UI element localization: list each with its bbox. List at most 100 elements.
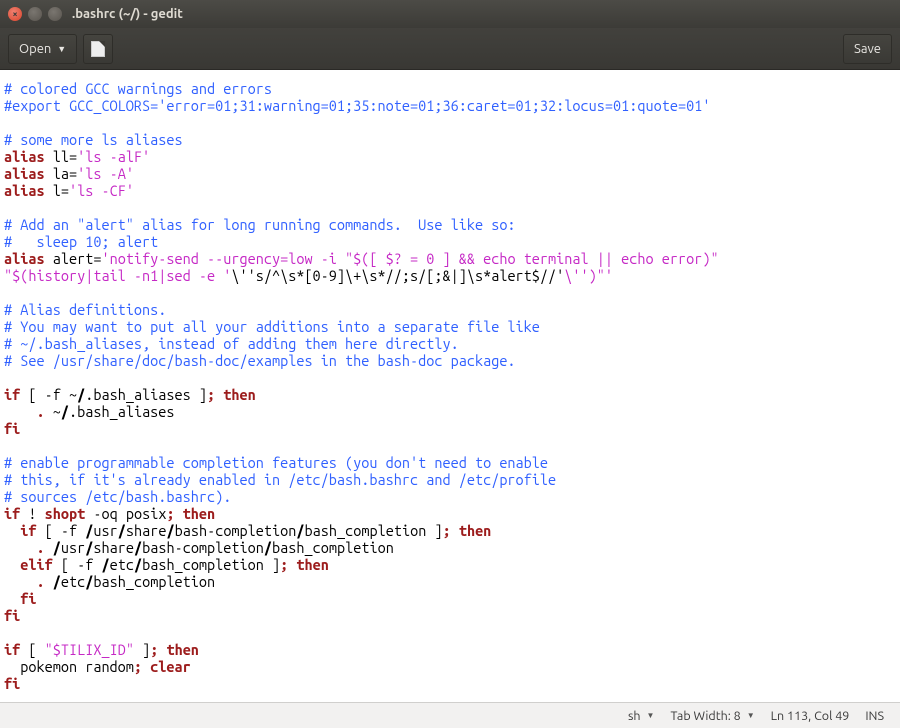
code-line: # See /usr/share/doc/bash-doc/examples i… [4,352,516,369]
code-token: / [53,539,61,556]
code-token: bash_completion [272,539,394,556]
code-token: etc [110,556,134,573]
cursor-position: Ln 113, Col 49 [765,709,856,723]
code-token: etc [61,573,85,590]
code-token: if [4,505,20,522]
code-token: / [134,556,142,573]
code-token: "$TILIX_ID" [45,641,134,658]
code-token: ~ [45,403,61,420]
code-token: 'ls -alF' [77,148,150,165]
new-document-icon [91,41,105,57]
code-token: fi [20,590,36,607]
code-line: # colored GCC warnings and errors [4,80,272,97]
window-controls: × [8,7,62,21]
code-token: 'ls -A' [77,165,134,182]
code-token: then [288,556,329,573]
tabwidth-selector[interactable]: Tab Width: 8 ▼ [664,709,760,723]
code-token: share [93,539,134,556]
code-token: elif [20,556,52,573]
code-token: if [20,522,36,539]
position-label: Ln 113, Col 49 [771,709,850,723]
code-token [4,403,36,420]
code-token: pokemon random [4,658,134,675]
code-token: "$(history|tail -n1|sed -e ' [4,267,231,284]
save-label: Save [854,42,881,56]
close-icon[interactable]: × [8,7,22,21]
code-token: alias [4,250,45,267]
code-token: alias [4,165,45,182]
code-token: bash_completion [93,573,215,590]
open-button[interactable]: Open ▼ [8,34,77,64]
code-token: bash-completion [175,522,297,539]
code-token: ; [166,505,174,522]
code-token: alert= [45,250,102,267]
code-token: bash_completion ] [305,522,443,539]
code-token: la= [45,165,77,182]
minimize-icon[interactable] [28,7,42,21]
language-label: sh [628,709,641,723]
toolbar: Open ▼ Save [0,28,900,70]
code-token [45,539,53,556]
code-token: ! [20,505,44,522]
editor-area[interactable]: # colored GCC warnings and errors #expor… [0,70,900,702]
code-token: [ [20,641,44,658]
code-token: if [4,641,20,658]
chevron-down-icon: ▼ [57,44,66,54]
code-token [4,590,20,607]
code-token: ; [443,522,451,539]
maximize-icon[interactable] [48,7,62,21]
window-title: .bashrc (~/) - gedit [72,7,183,21]
code-token: ] [134,641,150,658]
chevron-down-icon: ▼ [747,711,755,720]
code-line: # enable programmable completion feature… [4,454,548,471]
code-line: # ~/.bash_aliases, instead of adding the… [4,335,459,352]
code-line: # some more ls aliases [4,131,183,148]
code-line: # this, if it's already enabled in /etc/… [4,471,556,488]
code-token: / [134,539,142,556]
new-document-button[interactable] [83,34,113,64]
code-token: then [175,505,216,522]
code-token: 'ls -CF' [69,182,134,199]
save-button[interactable]: Save [843,34,892,64]
code-token: / [166,522,174,539]
code-token: . [36,539,44,556]
mode-label: INS [865,709,884,723]
code-token: / [53,573,61,590]
code-line: #export GCC_COLORS='error=01;31:warning=… [4,97,710,114]
code-token: usr [93,522,117,539]
code-line: # sleep 10; alert [4,233,158,250]
code-token: alias [4,182,45,199]
code-token: bash-completion [142,539,264,556]
code-token: bash_completion ] [142,556,280,573]
chevron-down-icon: ▼ [647,711,655,720]
code-token: alias [4,148,45,165]
code-line: # You may want to put all your additions… [4,318,540,335]
titlebar: × .bashrc (~/) - gedit [0,0,900,28]
open-label: Open [19,42,51,56]
code-token: / [296,522,304,539]
code-token: / [101,556,109,573]
insert-mode[interactable]: INS [859,709,890,723]
code-token: . [36,573,44,590]
code-token: / [264,539,272,556]
code-token: then [215,386,256,403]
code-token: shopt [45,505,86,522]
code-token: \'')"' [564,267,613,284]
language-selector[interactable]: sh ▼ [622,709,661,723]
code-token: fi [4,675,20,692]
code-token: .bash_aliases ] [85,386,207,403]
code-token: l= [45,182,69,199]
code-token [4,522,20,539]
code-line: # Alias definitions. [4,301,166,318]
code-token: [ -f [53,556,102,573]
code-token: ll= [45,148,77,165]
code-token: / [61,403,69,420]
code-token: 'notify-send --urgency=low -i "$([ $? = … [101,250,726,267]
code-token: [ -f ~ [20,386,77,403]
code-token: then [451,522,492,539]
code-token [4,573,36,590]
tabwidth-label: Tab Width: 8 [670,709,740,723]
code-token: ; [207,386,215,403]
code-token: clear [142,658,191,675]
code-token: . [36,403,44,420]
